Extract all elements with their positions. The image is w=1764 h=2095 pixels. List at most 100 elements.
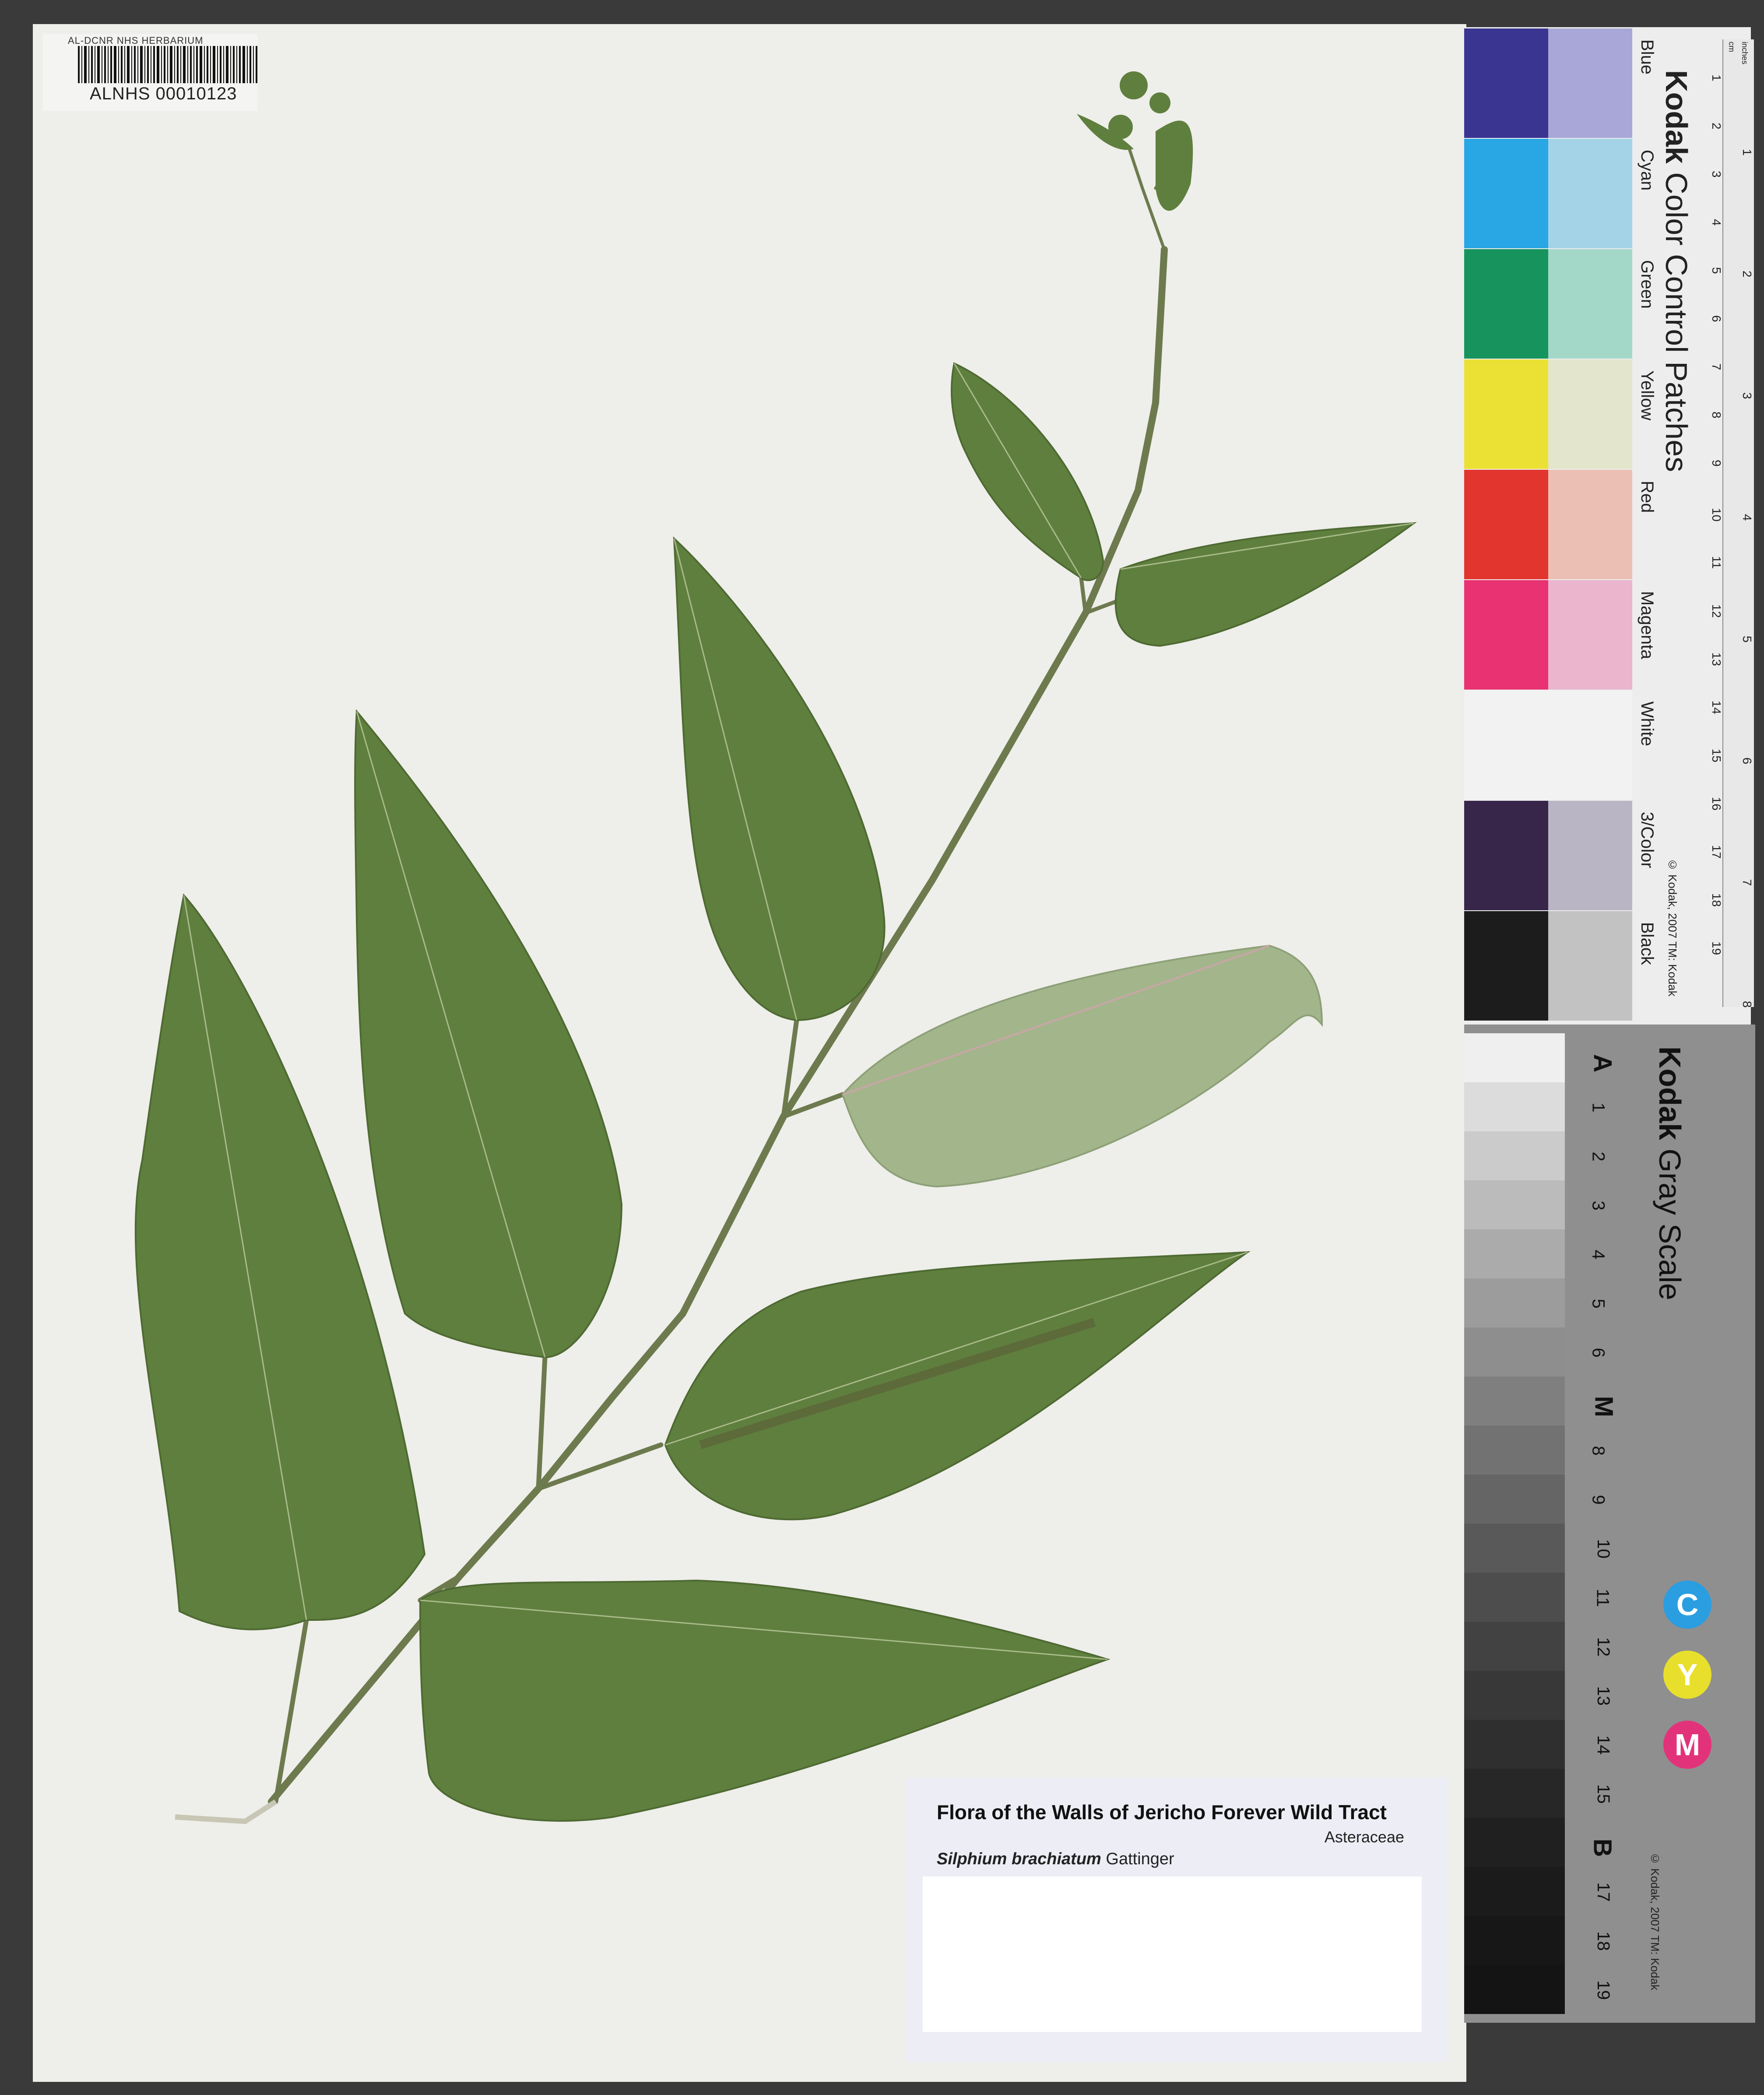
color-card-brand: Kodak Color Control Patches	[1659, 70, 1694, 472]
color-patch-dark	[1464, 690, 1548, 800]
ruler-inch-label: 7	[1740, 879, 1754, 886]
color-patch-dark	[1464, 801, 1548, 910]
ruler-cm-label: 14	[1710, 701, 1723, 715]
ruler-inch-label: 2	[1740, 271, 1754, 278]
gray-patch	[1464, 1426, 1565, 1475]
cym-marker: Y	[1663, 1651, 1711, 1699]
gray-patch	[1464, 1573, 1565, 1622]
ruler-cm-label: 19	[1710, 941, 1723, 955]
color-patch-name: Blue	[1637, 39, 1657, 75]
ruler-cm-label: 13	[1710, 652, 1723, 666]
gray-step-label: 13	[1593, 1686, 1613, 1706]
gray-patch	[1464, 1818, 1565, 1867]
gray-step-label: A	[1588, 1054, 1617, 1073]
color-patch-name: Green	[1637, 260, 1657, 309]
gray-step-label: 10	[1593, 1539, 1613, 1559]
cym-marker: C	[1663, 1581, 1711, 1629]
gray-patch	[1464, 1229, 1565, 1278]
color-patch-dark	[1464, 911, 1548, 1021]
gray-step-label: 15	[1593, 1784, 1613, 1804]
color-card-copyright: © Kodak, 2007 TM: Kodak	[1666, 858, 1679, 996]
gray-patch	[1464, 1033, 1565, 1082]
gray-card-copyright: © Kodak, 2007 TM: Kodak	[1648, 1852, 1662, 1990]
gray-step-label: 2	[1588, 1151, 1608, 1162]
color-patch-light	[1548, 359, 1632, 469]
gray-patch	[1464, 1082, 1565, 1131]
ruler-cm-label: 10	[1710, 508, 1723, 522]
color-patch-name: Red	[1637, 481, 1657, 513]
ruler-cm-label: 5	[1710, 267, 1723, 274]
gray-patch	[1464, 1622, 1565, 1671]
gray-patch	[1464, 1377, 1565, 1426]
gray-patch	[1464, 1965, 1565, 2014]
species-authority: Gattinger	[1106, 1850, 1174, 1868]
ruler-cm-label: 9	[1710, 460, 1723, 467]
ruler-cm-label: 7	[1710, 363, 1723, 370]
color-patch-light	[1548, 690, 1632, 800]
color-patch-light	[1548, 28, 1632, 138]
gray-step-label: B	[1588, 1838, 1617, 1857]
color-patch-dark	[1464, 139, 1548, 248]
gray-patch	[1464, 1524, 1565, 1573]
color-patch-light	[1548, 139, 1632, 248]
label-title: Flora of the Walls of Jericho Forever Wi…	[937, 1801, 1387, 1824]
ruler-unit-cm: cm	[1727, 42, 1736, 52]
gray-patch	[1464, 1769, 1565, 1818]
label-species: Silphium brachiatum Gattinger	[937, 1850, 1174, 1869]
color-patch-light	[1548, 470, 1632, 579]
gray-patch	[1464, 1867, 1565, 1916]
ruler-inch-label: 8	[1740, 1001, 1754, 1008]
gray-patch	[1464, 1327, 1565, 1377]
gray-patch	[1464, 1916, 1565, 1965]
ruler-inch-label: 1	[1740, 149, 1754, 156]
color-patch-dark	[1464, 28, 1548, 138]
ruler-cm-label: 18	[1710, 893, 1723, 907]
ruler-cm-label: 4	[1710, 219, 1723, 226]
species-name: Silphium brachiatum	[937, 1850, 1101, 1868]
gray-step-label: 14	[1593, 1735, 1613, 1755]
color-patch-light	[1548, 580, 1632, 690]
gray-patch	[1464, 1278, 1565, 1327]
ruler-cm-label: 15	[1710, 749, 1723, 763]
gray-step-label: 17	[1593, 1882, 1613, 1902]
specimen-label: Flora of the Walls of Jericho Forever Wi…	[905, 1778, 1448, 2062]
ruler-cm-label: 2	[1710, 123, 1723, 130]
gray-step-label: 4	[1588, 1250, 1608, 1260]
gray-step-label: 11	[1593, 1588, 1613, 1607]
ruler-cm-label: 11	[1710, 556, 1723, 569]
ruler-inch-label: 6	[1740, 757, 1754, 764]
ruler-inch-label: 4	[1740, 514, 1754, 521]
color-patch-light	[1548, 911, 1632, 1021]
gray-patch	[1464, 1720, 1565, 1769]
gray-step-label: 18	[1593, 1931, 1613, 1951]
color-patch-light	[1548, 801, 1632, 910]
label-blank-area	[923, 1877, 1422, 2032]
color-patch-dark	[1464, 580, 1548, 690]
gray-patch	[1464, 1180, 1565, 1229]
gray-step-label: 9	[1588, 1495, 1608, 1505]
plant-specimen	[134, 71, 1417, 1824]
color-patch-dark	[1464, 470, 1548, 579]
ruler-cm-label: 1	[1710, 74, 1723, 81]
color-patch-dark	[1464, 359, 1548, 469]
ruler-cm-label: 3	[1710, 171, 1723, 178]
ruler-cm-label: 6	[1710, 315, 1723, 322]
ruler-inch-label: 3	[1740, 392, 1754, 399]
gray-step-label: 5	[1588, 1299, 1608, 1309]
gray-patch	[1464, 1475, 1565, 1524]
gray-step-label: 12	[1593, 1637, 1613, 1657]
ruler-cm-label: 8	[1710, 412, 1723, 419]
color-patch-light	[1548, 249, 1632, 359]
gray-patch	[1464, 1131, 1565, 1180]
gray-step-label: 19	[1593, 1980, 1613, 2000]
cym-marker: M	[1663, 1721, 1711, 1769]
gray-step-label: 3	[1588, 1201, 1608, 1211]
color-patch-name: Black	[1637, 922, 1657, 965]
gray-step-label: 6	[1588, 1348, 1608, 1358]
ruler-unit-inches: inches	[1740, 42, 1749, 65]
ruler-cm-label: 12	[1710, 604, 1723, 618]
gray-patch	[1464, 1671, 1565, 1720]
ruler-cm-label: 17	[1710, 845, 1723, 859]
color-patch-name: Yellow	[1637, 370, 1657, 421]
gray-step-label: M	[1589, 1396, 1618, 1417]
